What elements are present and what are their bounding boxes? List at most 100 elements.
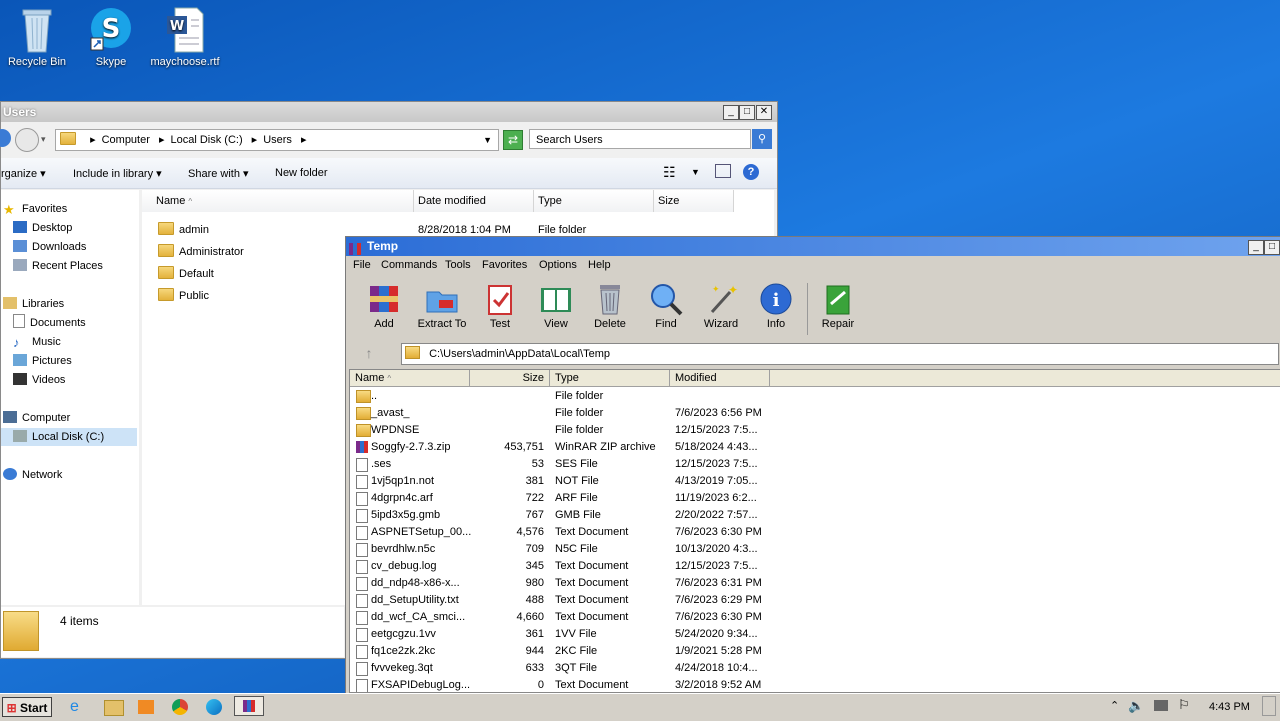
start-button[interactable]: ⊞ Start — [2, 697, 52, 717]
close-button[interactable]: ✕ — [756, 105, 772, 120]
cell-name: cv_debug.log — [371, 560, 437, 572]
extract-to-button[interactable]: Extract To — [412, 282, 472, 338]
chrome-icon[interactable] — [172, 699, 188, 715]
chevron-up-icon[interactable]: ⌃ — [1110, 699, 1119, 712]
view-button[interactable]: View — [526, 282, 586, 338]
table-row[interactable]: WPDNSE File folder 12/15/2023 7:5... — [350, 422, 1280, 439]
menu-favorites[interactable]: Favorites — [482, 256, 527, 275]
include-in-library-button[interactable]: Include in library ▾ — [73, 167, 162, 180]
find-button[interactable]: Find — [636, 282, 696, 338]
column-type[interactable]: Type — [534, 190, 654, 212]
nav-desktop[interactable]: Desktop — [13, 219, 72, 237]
nav-favorites[interactable]: ★ Favorites — [3, 200, 67, 218]
table-row[interactable]: bevrdhlw.n5c 709 N5C File 10/13/2020 4:3... — [350, 541, 1280, 558]
refresh-icon[interactable]: ⇄ — [503, 130, 523, 150]
menu-file[interactable]: File — [353, 256, 371, 275]
new-folder-button[interactable]: New folder — [275, 167, 328, 179]
table-row[interactable]: FXSAPIDebugLog... 0 Text Document 3/2/2018 … — [350, 677, 1280, 692]
breadcrumb[interactable]: ▸ Computer ▸ Local Disk (C:) ▸ Users ▸ ▼ — [55, 129, 499, 151]
wizard-button[interactable]: ✦ ✦ Wizard — [691, 282, 751, 338]
desktop-icon-maychoose[interactable]: W maychoose.rtf — [148, 6, 222, 68]
table-row[interactable]: 5ipd3x5g.gmb 767 GMB File 2/20/2022 7:57... — [350, 507, 1280, 524]
nav-libraries[interactable]: Libraries — [3, 295, 64, 313]
explorer-titlebar[interactable]: Users _ □ ✕ — [1, 102, 777, 122]
winrar-taskbar-icon[interactable] — [234, 696, 264, 716]
table-row[interactable]: Public — [158, 286, 209, 306]
table-row[interactable]: _avast_ File folder 7/6/2023 6:56 PM — [350, 405, 1280, 422]
table-row[interactable]: cv_debug.log 345 Text Document 12/15/2023 7… — [350, 558, 1280, 575]
delete-button[interactable]: Delete — [580, 282, 640, 338]
table-row[interactable]: ASPNETSetup_00... 4,576 Text Document 7/6/2… — [350, 524, 1280, 541]
table-row[interactable]: 1vj5qp1n.not 381 NOT File 4/13/2019 7:05... — [350, 473, 1280, 490]
flag-icon[interactable]: ⚐ — [1178, 697, 1190, 713]
desktop-icon-recycle-bin[interactable]: Recycle Bin — [0, 6, 74, 68]
menu-commands[interactable]: Commands — [381, 256, 437, 275]
network-tray-icon[interactable] — [1154, 700, 1168, 711]
preview-pane-icon[interactable] — [715, 164, 731, 178]
search-input[interactable]: Search Users — [529, 129, 751, 149]
winrar-path-field[interactable]: C:\Users\admin\AppData\Local\Temp — [401, 343, 1279, 365]
table-row[interactable]: .. File folder — [350, 388, 1280, 405]
speaker-icon[interactable]: 🔈 — [1128, 698, 1144, 714]
column-date-modified[interactable]: Date modified — [414, 190, 534, 212]
column-modified[interactable]: Modified — [670, 370, 770, 387]
breadcrumb-local-disk[interactable]: Local Disk (C:) — [170, 134, 242, 146]
column-name[interactable]: Name ^ — [350, 370, 470, 387]
repair-button[interactable]: Repair — [808, 282, 868, 338]
back-arrow-icon[interactable] — [0, 129, 11, 147]
column-name[interactable]: Name ^ — [142, 190, 414, 212]
table-row[interactable]: Soggfy-2.7.3.zip 453,751 WinRAR ZIP archiv… — [350, 439, 1280, 456]
nav-computer[interactable]: Computer — [3, 409, 70, 427]
cell-name: _avast_ — [371, 407, 410, 419]
help-icon[interactable]: ? — [743, 164, 759, 180]
organize-button[interactable]: rganize ▾ — [1, 167, 46, 180]
explorer-taskbar-icon[interactable] — [104, 700, 124, 716]
table-row[interactable]: Administrator — [158, 242, 244, 262]
column-type[interactable]: Type — [550, 370, 670, 387]
menu-help[interactable]: Help — [588, 256, 611, 275]
internet-explorer-icon[interactable]: e — [70, 698, 90, 716]
menu-options[interactable]: Options — [539, 256, 577, 275]
share-with-button[interactable]: Share with ▾ — [188, 167, 249, 180]
chevron-down-icon[interactable]: ▼ — [691, 167, 700, 177]
winrar-titlebar[interactable]: Temp _ □ — [346, 237, 1280, 256]
nav-recent-places[interactable]: Recent Places — [13, 257, 103, 275]
view-options-icon[interactable]: ☷ — [663, 164, 676, 181]
add-button[interactable]: Add — [354, 282, 414, 338]
chevron-down-icon[interactable]: ▼ — [483, 130, 492, 150]
edge-icon[interactable] — [206, 699, 222, 715]
folder-icon — [158, 266, 174, 279]
nav-videos[interactable]: Videos — [13, 371, 65, 389]
nav-music[interactable]: ♪ Music — [13, 333, 61, 351]
nav-local-disk[interactable]: Local Disk (C:) — [1, 428, 137, 446]
nav-network[interactable]: Network — [3, 466, 62, 484]
table-row[interactable]: dd_ndp48-x86-x... 980 Text Document 7/6/202… — [350, 575, 1280, 592]
media-player-icon[interactable] — [138, 700, 154, 714]
info-button[interactable]: i Info — [746, 282, 806, 338]
desktop-icon-skype[interactable]: S Skype — [74, 6, 148, 68]
table-row[interactable]: fvvvekeg.3qt 633 3QT File 4/24/2018 10:4... — [350, 660, 1280, 677]
menu-tools[interactable]: Tools — [445, 256, 471, 275]
test-button[interactable]: Test — [470, 282, 530, 338]
nav-pictures[interactable]: Pictures — [13, 352, 72, 370]
forward-arrow-icon[interactable] — [15, 128, 39, 152]
maximize-button[interactable]: □ — [1264, 240, 1280, 255]
nav-documents[interactable]: Documents — [13, 314, 86, 332]
table-row[interactable]: Default — [158, 264, 214, 284]
column-size[interactable]: Size — [654, 190, 734, 212]
table-row[interactable]: 4dgrpn4c.arf 722 ARF File 11/19/2023 6:2... — [350, 490, 1280, 507]
minimize-button[interactable]: _ — [1248, 240, 1264, 255]
up-arrow-icon[interactable]: ↑ — [356, 343, 382, 363]
clock[interactable]: 4:43 PM — [1209, 701, 1250, 713]
column-size[interactable]: Size — [470, 370, 550, 387]
maximize-button[interactable]: □ — [739, 105, 755, 120]
search-icon[interactable]: ⚲ — [752, 129, 772, 149]
table-row[interactable]: .ses 53 SES File 12/15/2023 7:5... — [350, 456, 1280, 473]
chevron-down-icon[interactable]: ▾ — [41, 134, 46, 145]
breadcrumb-computer[interactable]: Computer — [102, 134, 150, 146]
show-desktop-button[interactable] — [1262, 696, 1276, 716]
breadcrumb-users[interactable]: Users — [263, 134, 292, 146]
svg-text:S: S — [102, 14, 121, 44]
minimize-button[interactable]: _ — [723, 105, 739, 120]
nav-downloads[interactable]: Downloads — [13, 238, 86, 256]
